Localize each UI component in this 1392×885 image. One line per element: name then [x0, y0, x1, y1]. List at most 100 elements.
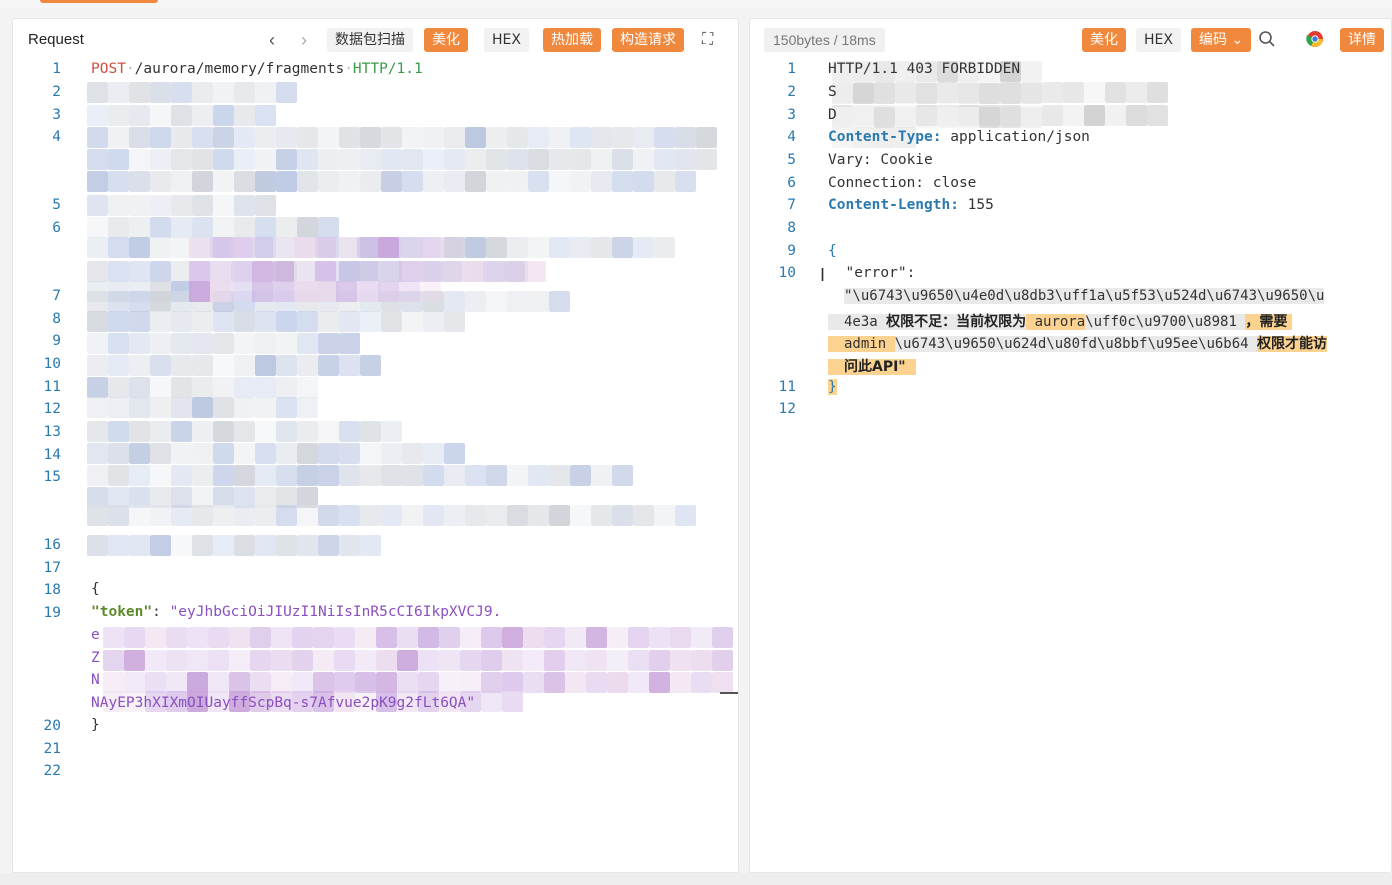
- redaction-block: [150, 82, 171, 103]
- redaction-block: [549, 149, 570, 170]
- redaction-block: [250, 650, 271, 671]
- line-number: 5: [52, 197, 61, 213]
- redaction-block: [570, 465, 591, 486]
- redaction-block: [444, 311, 465, 332]
- redaction-block: [1105, 105, 1126, 126]
- redaction-block: [297, 505, 318, 526]
- redaction-block: [318, 355, 339, 376]
- response-beautify-button[interactable]: 美化: [1082, 28, 1126, 52]
- redaction-block: [150, 377, 171, 398]
- redaction-block: [87, 291, 108, 312]
- response-viewer[interactable]: 1 2 3 4 5 6 7 8 9 10 11 12 HTTP/1.1 403 FORBIDDEN S…: [750, 61, 1391, 872]
- redaction-block: [355, 672, 376, 693]
- redaction-block: [528, 171, 549, 192]
- chevron-right-icon[interactable]: ›: [301, 30, 307, 50]
- redaction-block: [649, 627, 670, 648]
- token-colon: :: [152, 604, 170, 620]
- response-line-number: 1: [787, 61, 796, 77]
- redaction-block: [381, 149, 402, 170]
- content-length-value: 155: [958, 197, 994, 213]
- redaction-block: [523, 627, 544, 648]
- redaction-block: [591, 237, 612, 258]
- encoding-dropdown[interactable]: 编码 ⌄: [1191, 28, 1252, 52]
- redaction-block: [916, 83, 937, 104]
- line-number: 17: [43, 560, 61, 576]
- redaction-block: [210, 281, 231, 302]
- scan-button[interactable]: 数据包扫描: [327, 28, 413, 52]
- error-value-line-1: "\u6743\u9650\u4e0d\u8db3\uff1a\u5f53\u5…: [844, 288, 1325, 304]
- redaction-block: [958, 83, 979, 104]
- chevron-down-icon: ⌄: [1231, 32, 1244, 48]
- redaction-block: [171, 171, 192, 192]
- beautify-button[interactable]: 美化: [424, 28, 468, 52]
- redaction-block: [465, 149, 486, 170]
- error-decoded-1: 权限不足：当前权限为: [886, 314, 1027, 330]
- request-panel: Request ‹ › 数据包扫描 美化 HEX 热加载 构造请求 ⛶ 1234…: [12, 18, 739, 873]
- redaction-block: [1063, 105, 1084, 126]
- redaction-block: [691, 672, 712, 693]
- redaction-block: [129, 535, 150, 556]
- chevron-left-icon[interactable]: ‹: [269, 30, 275, 50]
- redaction-block: [213, 465, 234, 486]
- redaction-block: [612, 465, 633, 486]
- redaction-block: [334, 672, 355, 693]
- redaction-block: [108, 377, 129, 398]
- content-length-key: Content-Length:: [828, 197, 959, 213]
- redaction-block: [399, 281, 420, 302]
- redaction-block: [171, 505, 192, 526]
- redaction-block: [187, 627, 208, 648]
- line-number: 19: [43, 605, 61, 621]
- line-number: 6: [52, 220, 61, 236]
- redaction-block: [276, 333, 297, 354]
- hex-button[interactable]: HEX: [484, 28, 529, 52]
- redaction-block: [570, 127, 591, 148]
- redaction-block: [399, 237, 420, 258]
- redaction-block: [292, 627, 313, 648]
- redaction-block: [213, 82, 234, 103]
- redaction-block: [255, 535, 276, 556]
- redaction-block: [103, 627, 124, 648]
- request-editor[interactable]: 1 2 3 4 5 6 7 8 9 10 11 12 13 14 15 16 17 18 19 20 21 22 POST…: [13, 61, 738, 872]
- hot-load-button[interactable]: 热加载: [543, 28, 601, 52]
- redaction-block: [507, 237, 528, 258]
- response-line-number: 8: [787, 220, 796, 236]
- json-close-brace: }: [828, 379, 837, 395]
- redaction-block: [360, 443, 381, 464]
- redaction-block: [276, 217, 297, 238]
- redaction-block: [696, 149, 717, 170]
- redaction-block: [318, 421, 339, 442]
- redaction-block: [675, 505, 696, 526]
- redaction-block: [192, 535, 213, 556]
- fullscreen-icon[interactable]: ⛶: [702, 30, 713, 50]
- response-hex-button[interactable]: HEX: [1136, 28, 1181, 52]
- redaction-block: [276, 535, 297, 556]
- redaction-block: [339, 535, 360, 556]
- redaction-block: [916, 107, 937, 128]
- redaction-block: [339, 355, 360, 376]
- redaction-block: [87, 311, 108, 332]
- content-type-value: application/json: [941, 129, 1090, 145]
- redaction-block: [150, 171, 171, 192]
- redaction-block: [273, 281, 294, 302]
- scroll-marker[interactable]: [720, 692, 738, 694]
- redaction-block: [187, 672, 208, 693]
- redaction-block: [360, 355, 381, 376]
- response-line-number: 9: [787, 243, 796, 259]
- details-button[interactable]: 详情: [1340, 28, 1384, 52]
- redaction-block: [465, 505, 486, 526]
- redaction-block: [297, 127, 318, 148]
- redaction-block: [250, 627, 271, 648]
- search-icon[interactable]: [1258, 30, 1276, 54]
- redaction-block: [108, 171, 129, 192]
- redaction-block: [234, 377, 255, 398]
- redaction-block: [108, 355, 129, 376]
- redaction-block: [276, 421, 297, 442]
- request-path: /aurora/memory/fragments: [134, 61, 345, 77]
- redaction-block: [444, 465, 465, 486]
- redaction-block: [549, 465, 570, 486]
- chrome-icon[interactable]: [1306, 30, 1324, 52]
- construct-request-button[interactable]: 构造请求: [612, 28, 684, 52]
- line-number: 1: [52, 61, 61, 77]
- redaction-block: [252, 237, 273, 258]
- redaction-block: [444, 149, 465, 170]
